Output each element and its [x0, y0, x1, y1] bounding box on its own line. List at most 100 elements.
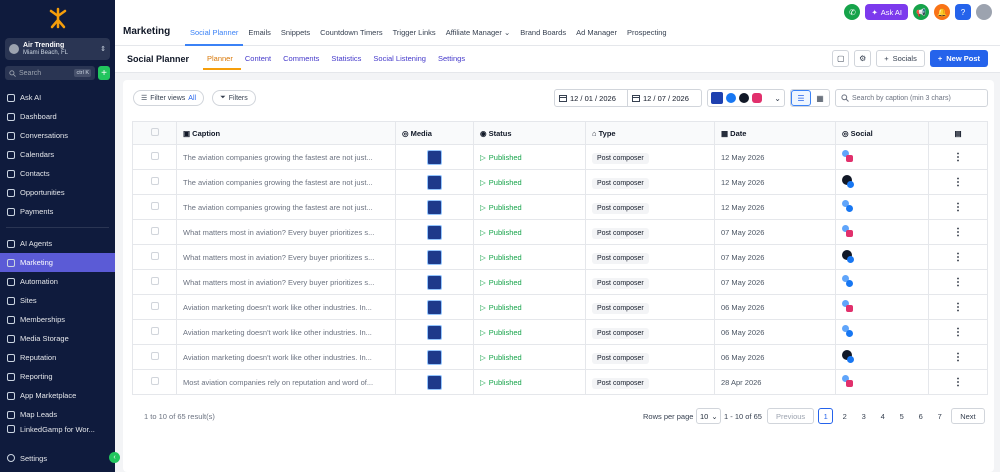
row-checkbox[interactable]: [132, 269, 177, 295]
row-actions-icon[interactable]: ⋮: [928, 269, 988, 295]
row-actions-icon[interactable]: ⋮: [928, 219, 988, 245]
row-checkbox[interactable]: [132, 369, 177, 395]
sidebar-item-calendars[interactable]: Calendars: [0, 145, 115, 164]
list-view-icon[interactable]: ☰: [791, 90, 811, 106]
page-6[interactable]: 6: [913, 408, 928, 424]
subtab-social-listening[interactable]: Social Listening: [369, 54, 434, 70]
avatar[interactable]: [976, 4, 992, 20]
filter-views-button[interactable]: ☰ Filter views All: [133, 90, 205, 106]
sidebar-item-map-leads[interactable]: Map Leads: [0, 405, 115, 424]
subtab-comments[interactable]: Comments: [279, 54, 327, 70]
sidebar-item-ask-ai[interactable]: Ask AI: [0, 88, 115, 107]
row-actions-icon[interactable]: ⋮: [928, 294, 988, 320]
phone-icon[interactable]: ✆: [844, 4, 861, 20]
rows-per-page-select[interactable]: 10 ⌄: [696, 408, 721, 424]
sidebar-item-sites[interactable]: Sites: [0, 291, 115, 310]
page-2[interactable]: 2: [837, 408, 852, 424]
tab-brand-boards[interactable]: Brand Boards: [515, 24, 571, 46]
ask-ai-button[interactable]: ✦ Ask AI: [865, 4, 908, 20]
page-4[interactable]: 4: [875, 408, 890, 424]
help-button[interactable]: ?: [955, 4, 971, 20]
media-thumbnail[interactable]: [427, 249, 442, 265]
sidebar-item-settings[interactable]: Settings: [0, 450, 115, 466]
row-actions-icon[interactable]: ⋮: [928, 344, 988, 370]
table-row[interactable]: Most aviation companies rely on reputati…: [132, 369, 988, 395]
row-actions-icon[interactable]: ⋮: [928, 369, 988, 395]
bell-icon[interactable]: 🔔: [934, 4, 950, 20]
tab-ad-manager[interactable]: Ad Manager: [571, 24, 622, 46]
row-checkbox[interactable]: [132, 319, 177, 345]
logo[interactable]: [0, 0, 115, 36]
row-actions-icon[interactable]: ⋮: [928, 144, 988, 170]
table-row[interactable]: Aviation marketing doesn't work like oth…: [132, 294, 988, 320]
sidebar-item-linkedgamp[interactable]: LinkedGamp for Wor...: [0, 424, 115, 434]
media-thumbnail[interactable]: [427, 224, 442, 240]
sidebar-search[interactable]: Search ctrl K: [5, 66, 95, 80]
sidebar-item-conversations[interactable]: Conversations: [0, 126, 115, 145]
table-row[interactable]: Aviation marketing doesn't work like oth…: [132, 344, 988, 370]
media-thumbnail[interactable]: [427, 199, 442, 215]
subtab-statistics[interactable]: Statistics: [327, 54, 369, 70]
table-row[interactable]: What matters most in aviation? Every buy…: [132, 269, 988, 295]
select-all-checkbox[interactable]: [132, 121, 177, 145]
quick-add-button[interactable]: +: [98, 66, 110, 80]
sidebar-item-memberships[interactable]: Memberships: [0, 310, 115, 329]
row-checkbox[interactable]: [132, 194, 177, 220]
sidebar-item-ai-agents[interactable]: AI Agents: [0, 234, 115, 253]
page-3[interactable]: 3: [856, 408, 871, 424]
table-row[interactable]: The aviation companies growing the faste…: [132, 194, 988, 220]
media-thumbnail[interactable]: [427, 324, 442, 340]
tab-countdown-timers[interactable]: Countdown Timers: [315, 24, 388, 46]
new-post-button[interactable]: + New Post: [929, 50, 988, 67]
tab-social-planner[interactable]: Social Planner: [185, 24, 244, 46]
filters-button[interactable]: ⏷ Filters: [212, 90, 256, 106]
sidebar-item-dashboard[interactable]: Dashboard: [0, 107, 115, 126]
subtab-content[interactable]: Content: [241, 54, 279, 70]
gear-icon[interactable]: ⚙: [854, 50, 872, 67]
message-icon[interactable]: ▢: [832, 50, 850, 67]
subtab-settings[interactable]: Settings: [434, 54, 473, 70]
row-checkbox[interactable]: [132, 344, 177, 370]
table-row[interactable]: What matters most in aviation? Every buy…: [132, 244, 988, 270]
tab-emails[interactable]: Emails: [243, 24, 276, 46]
sidebar-item-automation[interactable]: Automation: [0, 272, 115, 291]
row-checkbox[interactable]: [132, 169, 177, 195]
tab-trigger-links[interactable]: Trigger Links: [388, 24, 441, 46]
media-thumbnail[interactable]: [427, 274, 442, 290]
sidebar-item-app-marketplace[interactable]: App Marketplace: [0, 386, 115, 405]
location-switcher[interactable]: Air Trending Miami Beach, FL ⇕: [5, 38, 110, 60]
tab-prospecting[interactable]: Prospecting: [622, 24, 672, 46]
tab-snippets[interactable]: Snippets: [276, 24, 315, 46]
media-thumbnail[interactable]: [427, 299, 442, 315]
row-actions-icon[interactable]: ⋮: [928, 319, 988, 345]
table-row[interactable]: What matters most in aviation? Every buy…: [132, 219, 988, 245]
page-1[interactable]: 1: [818, 408, 834, 424]
row-checkbox[interactable]: [132, 219, 177, 245]
table-row[interactable]: The aviation companies growing the faste…: [132, 144, 988, 170]
media-thumbnail[interactable]: [427, 149, 442, 165]
tab-affiliate-manager[interactable]: Affiliate Manager ⌄: [441, 24, 516, 46]
table-row[interactable]: The aviation companies growing the faste…: [132, 169, 988, 195]
sidebar-item-payments[interactable]: Payments: [0, 202, 115, 221]
caption-search-input[interactable]: Search by caption (min 3 chars): [835, 89, 988, 107]
previous-button[interactable]: Previous: [767, 408, 815, 424]
row-actions-icon[interactable]: ⋮: [928, 194, 988, 220]
socials-button[interactable]: + Socials: [876, 50, 925, 67]
row-checkbox[interactable]: [132, 294, 177, 320]
sidebar-item-marketing[interactable]: Marketing: [0, 253, 115, 272]
megaphone-icon[interactable]: 📢: [913, 4, 929, 20]
calendar-view-icon[interactable]: ▦: [811, 90, 829, 106]
date-to-input[interactable]: 12 / 07 / 2026: [628, 89, 702, 107]
sidebar-item-contacts[interactable]: Contacts: [0, 164, 115, 183]
sidebar-item-media-storage[interactable]: Media Storage: [0, 329, 115, 348]
media-thumbnail[interactable]: [427, 374, 442, 390]
sidebar-item-reputation[interactable]: Reputation: [0, 348, 115, 367]
social-accounts-select[interactable]: ⌄: [707, 89, 785, 107]
row-actions-icon[interactable]: ⋮: [928, 244, 988, 270]
media-thumbnail[interactable]: [427, 349, 442, 365]
row-checkbox[interactable]: [132, 244, 177, 270]
subtab-planner[interactable]: Planner: [203, 54, 241, 70]
sidebar-item-opportunities[interactable]: Opportunities: [0, 183, 115, 202]
sidebar-item-reporting[interactable]: Reporting: [0, 367, 115, 386]
row-checkbox[interactable]: [132, 144, 177, 170]
